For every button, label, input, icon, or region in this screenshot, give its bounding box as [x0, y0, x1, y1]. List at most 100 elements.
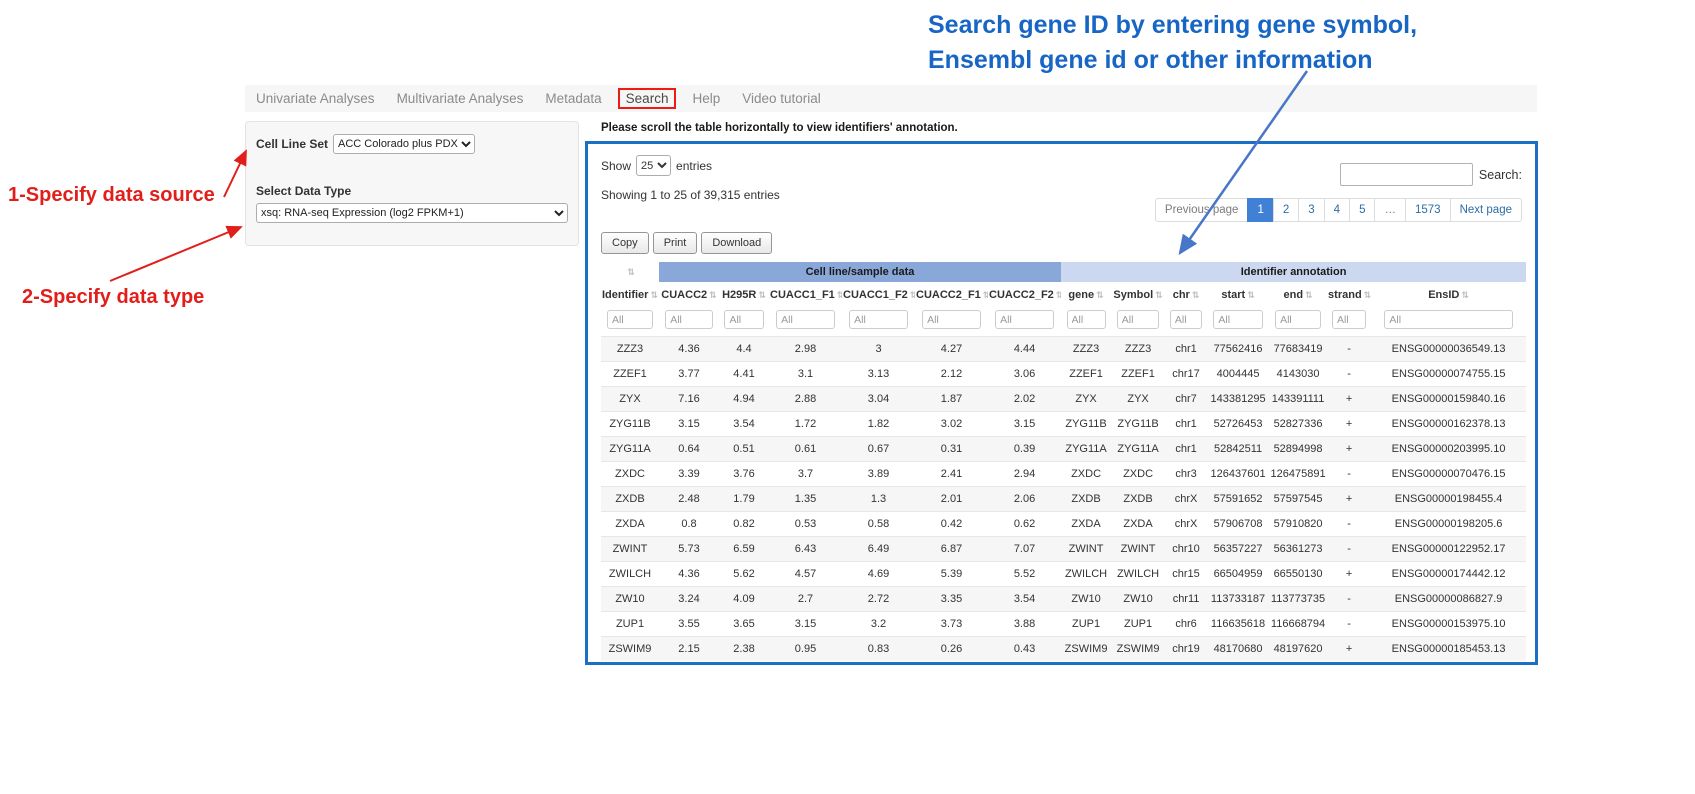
cell: ZXDB: [1111, 487, 1165, 512]
cell: 0.43: [988, 637, 1061, 662]
column-header-gene[interactable]: gene⇅: [1061, 282, 1111, 308]
filter-input-chr[interactable]: [1170, 310, 1202, 329]
pagination-next[interactable]: Next page: [1450, 198, 1522, 222]
search-input[interactable]: [1340, 163, 1473, 186]
table-row-ZWINT[interactable]: ZWINT5.736.596.436.496.877.07ZWINTZWINTc…: [601, 537, 1526, 562]
group-header-empty[interactable]: ⇅: [601, 262, 659, 282]
filter-input-identifier[interactable]: [607, 310, 653, 329]
table-row-ZSWIM9[interactable]: ZSWIM92.152.380.950.830.260.43ZSWIM9ZSWI…: [601, 637, 1526, 662]
column-header-chr[interactable]: chr⇅: [1165, 282, 1207, 308]
cell: ENSG00000122952.17: [1371, 537, 1526, 562]
nav-item-search[interactable]: Search: [618, 88, 677, 109]
column-header-h295r[interactable]: H295R⇅: [719, 282, 769, 308]
column-header-strand[interactable]: strand⇅: [1327, 282, 1371, 308]
cell: ENSG00000198455.4: [1371, 487, 1526, 512]
filter-input-gene[interactable]: [1067, 310, 1106, 329]
cell: 3.15: [988, 412, 1061, 437]
table-row-ZW10[interactable]: ZW103.244.092.72.723.353.54ZW10ZW10chr11…: [601, 587, 1526, 612]
filter-input-cuacc2_f2[interactable]: [995, 310, 1054, 329]
filter-input-cuacc2_f1[interactable]: [922, 310, 981, 329]
pagination-page-4[interactable]: 4: [1324, 198, 1350, 222]
column-header-ensid[interactable]: EnsID⇅: [1371, 282, 1526, 308]
column-label: CUACC2: [661, 289, 707, 301]
pagination-page-3[interactable]: 3: [1298, 198, 1324, 222]
cell-line-set-select[interactable]: ACC Colorado plus PDX: [333, 134, 475, 154]
cell: 126437601: [1207, 462, 1269, 487]
table-row-ZXDA[interactable]: ZXDA0.80.820.530.580.420.62ZXDAZXDAchrX5…: [601, 512, 1526, 537]
pagination-page-5[interactable]: 5: [1349, 198, 1375, 222]
table-row-ZZZ3[interactable]: ZZZ34.364.42.9834.274.44ZZZ3ZZZ3chr17756…: [601, 337, 1526, 362]
column-header-cuacc1_f2[interactable]: CUACC1_F2⇅: [842, 282, 915, 308]
nav-item-video-tutorial[interactable]: Video tutorial: [731, 91, 832, 106]
cell: chrX: [1165, 487, 1207, 512]
sort-icon: ⇅: [650, 291, 658, 301]
sort-icon: ⇅: [910, 291, 915, 301]
column-header-cuacc2_f1[interactable]: CUACC2_F1⇅: [915, 282, 988, 308]
filter-input-symbol[interactable]: [1117, 310, 1160, 329]
nav-item-help[interactable]: Help: [681, 91, 731, 106]
table-buttons: CopyPrintDownload: [601, 232, 1522, 254]
filter-cell: [1061, 308, 1111, 337]
cell: 0.42: [915, 512, 988, 537]
download-button[interactable]: Download: [701, 232, 772, 254]
cell: 143391111: [1269, 387, 1327, 412]
table-row-ZYG11B[interactable]: ZYG11B3.153.541.721.823.023.15ZYG11BZYG1…: [601, 412, 1526, 437]
cell: 4.44: [988, 337, 1061, 362]
table-row-ZWILCH[interactable]: ZWILCH4.365.624.574.695.395.52ZWILCHZWIL…: [601, 562, 1526, 587]
column-header-start[interactable]: start⇅: [1207, 282, 1269, 308]
cell: 2.01: [915, 487, 988, 512]
filter-input-cuacc1_f1[interactable]: [776, 310, 835, 329]
nav-item-univariate-analyses[interactable]: Univariate Analyses: [245, 91, 386, 106]
cell: 0.82: [719, 512, 769, 537]
print-button[interactable]: Print: [653, 232, 698, 254]
sort-icon: ⇅: [1056, 291, 1061, 301]
cell: ZXDC: [1111, 462, 1165, 487]
filter-input-cuacc1_f2[interactable]: [849, 310, 908, 329]
filter-input-strand[interactable]: [1332, 310, 1366, 329]
cell: +: [1327, 412, 1371, 437]
cell: 48197620: [1269, 637, 1327, 662]
cell: ZYG11B: [1111, 412, 1165, 437]
cell: 0.8: [659, 512, 719, 537]
cell: chr15: [1165, 562, 1207, 587]
filter-input-start[interactable]: [1213, 310, 1262, 329]
cell: 2.02: [988, 387, 1061, 412]
column-header-cuacc1_f1[interactable]: CUACC1_F1⇅: [769, 282, 842, 308]
filter-input-ensid[interactable]: [1384, 310, 1512, 329]
pagination-page-1[interactable]: 1: [1247, 198, 1273, 222]
pagination-previous[interactable]: Previous page: [1155, 198, 1249, 222]
filter-input-h295r[interactable]: [724, 310, 763, 329]
pagination-page-2[interactable]: 2: [1273, 198, 1299, 222]
table-row-ZUP1[interactable]: ZUP13.553.653.153.23.733.88ZUP1ZUP1chr61…: [601, 612, 1526, 637]
column-header-end[interactable]: end⇅: [1269, 282, 1327, 308]
copy-button[interactable]: Copy: [601, 232, 649, 254]
cell: 4.69: [842, 562, 915, 587]
blue-annotation: Search gene ID by entering gene symbol, …: [928, 8, 1417, 78]
nav-item-multivariate-analyses[interactable]: Multivariate Analyses: [386, 91, 535, 106]
table-row-ZXDB[interactable]: ZXDB2.481.791.351.32.012.06ZXDBZXDBchrX5…: [601, 487, 1526, 512]
table-row-ZYX[interactable]: ZYX7.164.942.883.041.872.02ZYXZYXchr7143…: [601, 387, 1526, 412]
filter-input-end[interactable]: [1275, 310, 1321, 329]
page-length-select[interactable]: 25: [636, 155, 671, 176]
filter-cell: [601, 308, 659, 337]
column-label: chr: [1173, 289, 1190, 301]
sort-icon: ⇅: [758, 291, 766, 301]
cell: 6.43: [769, 537, 842, 562]
cell: 7.07: [988, 537, 1061, 562]
filter-cell: [1111, 308, 1165, 337]
column-header-cuacc2_f2[interactable]: CUACC2_F2⇅: [988, 282, 1061, 308]
column-header-identifier[interactable]: Identifier⇅: [601, 282, 659, 308]
nav-bar: Univariate AnalysesMultivariate Analyses…: [245, 85, 1537, 112]
sort-icon: ⇅: [1247, 291, 1255, 301]
column-header-symbol[interactable]: Symbol⇅: [1111, 282, 1165, 308]
table-row-ZZEF1[interactable]: ZZEF13.774.413.13.132.123.06ZZEF1ZZEF1ch…: [601, 362, 1526, 387]
data-type-select[interactable]: xsq: RNA-seq Expression (log2 FPKM+1): [256, 203, 568, 223]
table-row-ZXDC[interactable]: ZXDC3.393.763.73.892.412.94ZXDCZXDCchr31…: [601, 462, 1526, 487]
nav-item-metadata[interactable]: Metadata: [534, 91, 612, 106]
table-row-ZYG11A[interactable]: ZYG11A0.640.510.610.670.310.39ZYG11AZYG1…: [601, 437, 1526, 462]
column-header-cuacc2[interactable]: CUACC2⇅: [659, 282, 719, 308]
pagination-page-1573[interactable]: 1573: [1405, 198, 1451, 222]
cell: -: [1327, 462, 1371, 487]
filter-input-cuacc2[interactable]: [665, 310, 713, 329]
cell: 52827336: [1269, 412, 1327, 437]
